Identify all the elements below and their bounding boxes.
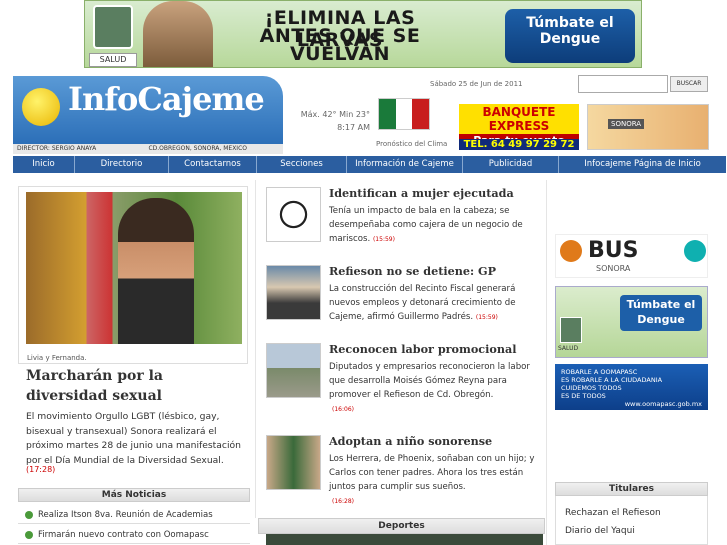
tumbate-dengue-ad[interactable]: SALUD Túmbate el Dengue xyxy=(555,286,708,358)
oomapas-line: CUIDEMOS TODOS xyxy=(561,384,622,392)
salud-label: SALUD xyxy=(89,53,137,67)
news-time: (16:28) xyxy=(332,498,354,505)
nav-secciones[interactable]: Secciones xyxy=(257,156,347,173)
nav-publicidad[interactable]: Publicidad xyxy=(463,156,559,173)
list-item-label: Firmarán nuevo contrato con Oomapasc xyxy=(38,530,209,540)
oomapasc-ad[interactable]: ROBARLE A OOMAPASC ES ROBARLE A LA CIUDA… xyxy=(555,364,708,410)
oomapas-line: ES DE TODOS xyxy=(561,392,606,400)
news-body-text: Los Herrera, de Phoenix, soñaban con un … xyxy=(329,454,535,492)
deportes-image[interactable] xyxy=(266,534,543,545)
photo-caption: Livia y Fernanda. xyxy=(27,354,87,362)
news-body: Tenía un impacto de bala en la cabeza; s… xyxy=(329,204,541,247)
nav-directorio[interactable]: Directorio xyxy=(75,156,169,173)
list-item[interactable]: Realiza Itson 8va. Reunión de Academias xyxy=(18,506,250,524)
ad-person-image xyxy=(143,1,213,67)
news-title[interactable]: Refieson no se detiene: GP xyxy=(329,264,496,278)
tumbate-logo: Túmbate el Dengue xyxy=(620,295,702,331)
director-label: DIRECTOR: SERGIO ANAYA xyxy=(17,145,97,152)
nav-inicio[interactable]: Inicio xyxy=(13,156,75,173)
nav-contactarnos[interactable]: Contactarnos xyxy=(169,156,257,173)
titular-link[interactable]: Rechazan el Refieson xyxy=(565,508,661,518)
bus-logo-icon xyxy=(560,240,582,262)
bus-sub: SONORA xyxy=(596,264,631,273)
titulares-box xyxy=(555,496,708,545)
bullet-icon xyxy=(25,511,33,519)
oomapas-line: ES ROBARLE A LA CIUDADANIA xyxy=(561,376,663,384)
family-thumbnail[interactable] xyxy=(266,435,321,490)
news-body-text: Diputados y empresarios reconocieron la … xyxy=(329,362,530,400)
government-seal-icon xyxy=(93,5,133,49)
titulares-header: Titulares xyxy=(555,482,708,496)
nav-pagina-inicio[interactable]: Infocajeme Página de Inicio xyxy=(559,156,726,173)
forecast-link[interactable]: Pronóstico del Clima xyxy=(376,140,447,148)
news-time: (15:59) xyxy=(475,314,498,321)
mas-noticias-header: Más Noticias xyxy=(18,488,250,502)
sonora-tourism-ad[interactable]: SONORA xyxy=(587,104,709,150)
news-time: (16:06) xyxy=(332,406,354,413)
nav-informacion[interactable]: Información de Cajeme xyxy=(347,156,463,173)
tumbate-dengue-logo: Túmbate el Dengue xyxy=(505,9,635,63)
salud-label: SALUD xyxy=(558,345,579,352)
bullet-icon xyxy=(25,531,33,539)
news-body: Diputados y empresarios reconocieron la … xyxy=(329,360,541,402)
banquete-title: BANQUETE EXPRESS xyxy=(459,104,579,134)
main-nav: Inicio Directorio Contactarnos Secciones… xyxy=(13,156,726,173)
oomapas-url: www.oomapasc.gob.mx xyxy=(624,400,702,408)
titular-link[interactable]: Diario del Yaqui xyxy=(565,526,635,536)
news-title[interactable]: Identifican a mujer ejecutada xyxy=(329,186,514,200)
weather-time: 8:17 AM xyxy=(337,123,370,132)
bus-brand: BUS xyxy=(588,238,639,263)
news-title[interactable]: Reconocen labor promocional xyxy=(329,342,516,356)
featured-person-image xyxy=(118,198,194,344)
weather-widget: Máx. 42° Min 23° 8:17 AM xyxy=(298,108,370,134)
oomapas-line: ROBARLE A OOMAPASC xyxy=(561,368,638,376)
site-logo[interactable]: InfoCajeme xyxy=(68,80,265,118)
government-seal-icon xyxy=(560,317,582,343)
sonora-label: SONORA xyxy=(608,119,645,129)
list-item-label: Realiza Itson 8va. Reunión de Academias xyxy=(38,510,213,520)
banner-headline-3: VUELVAN MOSQUITOS! xyxy=(268,43,411,67)
banquete-phone: TEL. 64 49 97 29 72 xyxy=(459,139,579,150)
news-body: La construcción del Recinto Fiscal gener… xyxy=(329,282,541,325)
location-label: CD.OBREGON, SONORA, MEXICO xyxy=(148,145,247,152)
featured-time: (17:28) xyxy=(26,465,56,474)
banquete-express-ad[interactable]: BANQUETE EXPRESS Para tu evento TEL. 64 … xyxy=(459,104,579,150)
mexico-flag-icon xyxy=(378,98,430,130)
politician-thumbnail[interactable] xyxy=(266,265,321,320)
news-body-text: Tenía un impacto de bala en la cabeza; s… xyxy=(329,206,523,244)
bus-dot-icon xyxy=(684,240,706,262)
featured-body: El movimiento Orgullo LGBT (lésbico, gay… xyxy=(26,411,241,466)
list-item[interactable]: Firmarán nuevo contrato con Oomapasc xyxy=(18,526,250,544)
logo-sun-icon xyxy=(22,88,60,126)
current-date: Sábado 25 de Jun de 2011 xyxy=(430,80,523,88)
search-input[interactable] xyxy=(578,75,668,93)
news-body: Los Herrera, de Phoenix, soñaban con un … xyxy=(329,452,541,494)
deportes-header: Deportes xyxy=(258,518,545,534)
news-time: (15:59) xyxy=(372,236,395,243)
facility-thumbnail[interactable] xyxy=(266,343,321,398)
featured-title[interactable]: Marcharán por la diversidad sexual xyxy=(26,366,248,406)
column-divider xyxy=(255,180,256,518)
column-divider xyxy=(546,180,547,545)
police-badge-thumbnail[interactable] xyxy=(266,187,321,242)
search-button[interactable]: BUSCAR xyxy=(670,76,708,92)
weather-minmax: Máx. 42° Min 23° xyxy=(300,110,370,119)
top-ad-banner[interactable]: SALUD ¡ELIMINA LAS LARVAS ANTES QUE SE V… xyxy=(84,0,642,68)
news-title[interactable]: Adoptan a niño sonorense xyxy=(329,434,492,448)
director-bar: DIRECTOR: SERGIO ANAYA CD.OBREGON, SONOR… xyxy=(13,144,283,154)
